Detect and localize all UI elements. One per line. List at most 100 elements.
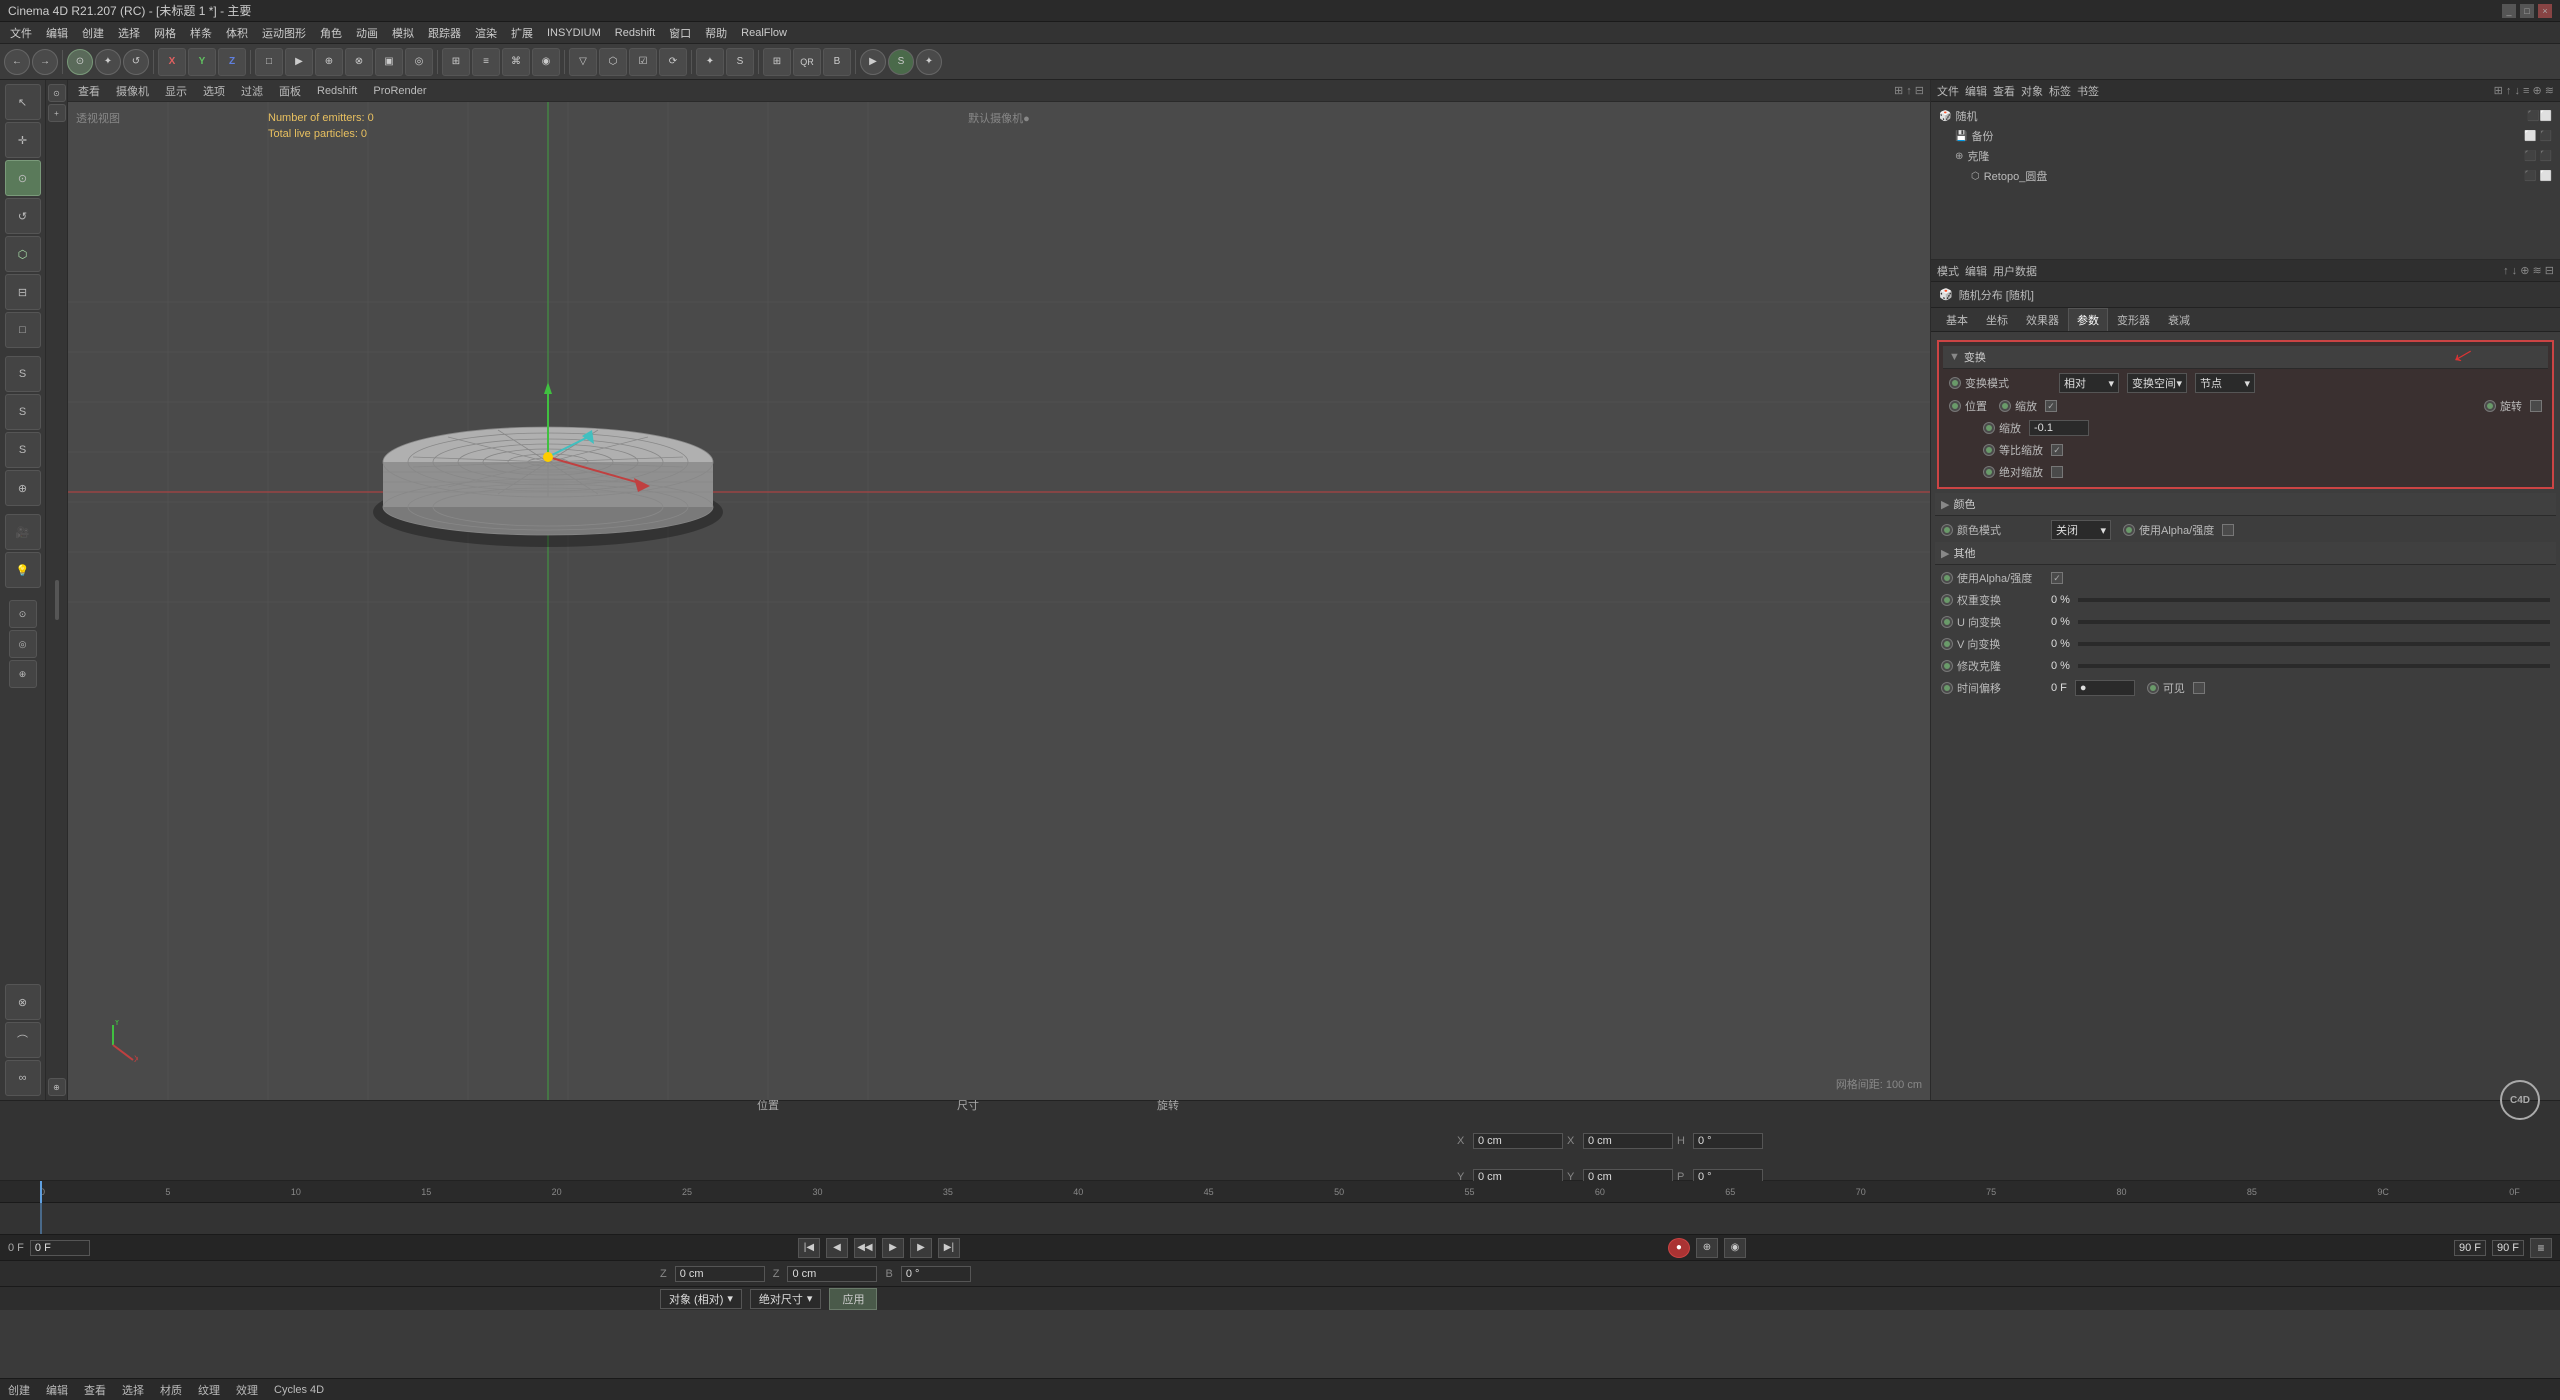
toolbar-mode3[interactable]: ↺ xyxy=(123,49,149,75)
menu-volume[interactable]: 体积 xyxy=(220,23,254,43)
toolbar-obj4[interactable]: ⊗ xyxy=(345,48,373,76)
menu-render[interactable]: 渲染 xyxy=(469,23,503,43)
sidebar-light[interactable]: 💡 xyxy=(5,552,41,588)
pos-x-field[interactable] xyxy=(1473,1133,1563,1149)
sidebar-sculpt[interactable]: S xyxy=(5,394,41,430)
toolbar-mode1[interactable]: ⊙ xyxy=(67,49,93,75)
sidebar-polys[interactable]: □ xyxy=(5,312,41,348)
play-reverse-button[interactable]: ◀◀ xyxy=(854,1238,876,1258)
transform-mode-dropdown[interactable]: 相对 ▾ xyxy=(2059,373,2119,393)
vp-redshift[interactable]: Redshift xyxy=(313,84,361,98)
timeline-menu-button[interactable]: ≡ xyxy=(2530,1238,2552,1258)
status-view[interactable]: 查看 xyxy=(84,1382,106,1398)
tab-deform[interactable]: 变形器 xyxy=(2108,308,2159,331)
toolbar-render3[interactable]: ⌘ xyxy=(502,48,530,76)
menu-edit[interactable]: 编辑 xyxy=(40,23,74,43)
menu-character[interactable]: 角色 xyxy=(314,23,348,43)
sidebar-sub1[interactable]: ⊙ xyxy=(9,600,37,628)
goto-end-button[interactable]: ▶| xyxy=(938,1238,960,1258)
size-z-field[interactable] xyxy=(787,1266,877,1282)
start-frame-field[interactable]: 0 F xyxy=(30,1240,90,1256)
tab-coord[interactable]: 坐标 xyxy=(1977,308,2017,331)
fps-field[interactable]: 90 F xyxy=(2492,1240,2524,1256)
u-radio[interactable] xyxy=(1941,616,1953,628)
toolbar-obj3[interactable]: ⊕ xyxy=(315,48,343,76)
key-sel-button[interactable]: ◉ xyxy=(1724,1238,1746,1258)
modify-radio[interactable] xyxy=(1941,660,1953,672)
size-x-field[interactable] xyxy=(1583,1133,1673,1149)
toolbar-extra2[interactable]: S xyxy=(888,49,914,75)
menu-extend[interactable]: 扩展 xyxy=(505,23,539,43)
menu-help[interactable]: 帮助 xyxy=(699,23,733,43)
key-add-button[interactable]: ⊕ xyxy=(1696,1238,1718,1258)
rot-h-field[interactable] xyxy=(1693,1133,1763,1149)
toolbar-snap2[interactable]: S xyxy=(726,48,754,76)
v-radio[interactable] xyxy=(1941,638,1953,650)
sec-btn3[interactable]: ⊕ xyxy=(48,1078,66,1096)
sidebar-rotate[interactable]: ↺ xyxy=(5,198,41,234)
menu-create[interactable]: 创建 xyxy=(76,23,110,43)
next-frame-button[interactable]: ▶ xyxy=(910,1238,932,1258)
sm-object[interactable]: 对象 xyxy=(2021,83,2043,99)
sidebar-material[interactable]: S xyxy=(5,356,41,392)
object-space-dropdown[interactable]: 对象 (相对) ▾ xyxy=(660,1289,742,1309)
tree-item-backup[interactable]: 💾 备份 ⬜ ⬛ xyxy=(1935,126,2556,146)
toolbar-scene2[interactable]: ⬡ xyxy=(599,48,627,76)
toolbar-undo[interactable]: ← xyxy=(4,49,30,75)
vp-prorender[interactable]: ProRender xyxy=(369,84,430,98)
prop-mode[interactable]: 模式 xyxy=(1937,263,1959,279)
alpha-radio[interactable] xyxy=(2123,524,2135,536)
sidebar-tool1[interactable]: S xyxy=(5,432,41,468)
toolbar-render1[interactable]: ⊞ xyxy=(442,48,470,76)
status-edit[interactable]: 编辑 xyxy=(46,1382,68,1398)
timeline-track[interactable] xyxy=(0,1203,2560,1234)
status-create[interactable]: 创建 xyxy=(8,1382,30,1398)
sidebar-tool2[interactable]: ⊕ xyxy=(5,470,41,506)
v-bar[interactable] xyxy=(2078,642,2550,646)
toolbar-snap1[interactable]: ✦ xyxy=(696,48,724,76)
status-cycles[interactable]: Cycles 4D xyxy=(274,1384,324,1396)
visible-checkbox[interactable] xyxy=(2193,682,2205,694)
toolbar-scene4[interactable]: ⟳ xyxy=(659,48,687,76)
sm-view[interactable]: 查看 xyxy=(1993,83,2015,99)
toolbar-z-axis[interactable]: Z xyxy=(218,48,246,76)
use-alpha-checkbox[interactable]: ✓ xyxy=(2051,572,2063,584)
tree-item-random[interactable]: 🎲 随机 ⬛⬜ xyxy=(1935,106,2556,126)
transform-space-dropdown[interactable]: 变换空间 ▾ xyxy=(2127,373,2187,393)
menu-select[interactable]: 选择 xyxy=(112,23,146,43)
minimize-button[interactable]: _ xyxy=(2502,4,2516,18)
vp-filter[interactable]: 过滤 xyxy=(237,82,267,100)
time-dropdown[interactable]: ● xyxy=(2075,680,2135,696)
menu-mograph[interactable]: 运动图形 xyxy=(256,23,312,43)
menu-redshift[interactable]: Redshift xyxy=(609,25,661,41)
absolute-checkbox[interactable] xyxy=(2051,466,2063,478)
transform-node-dropdown[interactable]: 节点 ▾ xyxy=(2195,373,2255,393)
tree-item-retopo[interactable]: ⬡ Retopo_圆盘 ⬛ ⬜ xyxy=(1935,166,2556,186)
status-uvw[interactable]: 效理 xyxy=(236,1382,258,1398)
toolbar-obj1[interactable]: □ xyxy=(255,48,283,76)
status-material[interactable]: 材质 xyxy=(160,1382,182,1398)
tab-effect[interactable]: 效果器 xyxy=(2017,308,2068,331)
toolbar-obj6[interactable]: ◎ xyxy=(405,48,433,76)
abs-size-dropdown[interactable]: 绝对尺寸 ▾ xyxy=(750,1289,822,1309)
sec-btn2[interactable]: + xyxy=(48,104,66,122)
scene-tree[interactable]: 🎲 随机 ⬛⬜ 💾 备份 ⬜ ⬛ ⊕ 克隆 ⬛ ⬛ xyxy=(1931,102,2560,259)
weight-radio[interactable] xyxy=(1941,594,1953,606)
toolbar-y-axis[interactable]: Y xyxy=(188,48,216,76)
color-mode-dropdown[interactable]: 关闭 ▾ xyxy=(2051,520,2111,540)
tree-item-clone[interactable]: ⊕ 克隆 ⬛ ⬛ xyxy=(1935,146,2556,166)
sidebar-sub2[interactable]: ◎ xyxy=(9,630,37,658)
prop-userdata[interactable]: 用户数据 xyxy=(1993,263,2037,279)
viewport-area[interactable]: 查看 摄像机 显示 选项 过滤 面板 Redshift ProRender ⊞ … xyxy=(68,80,1930,1100)
scale-checkbox[interactable]: ✓ xyxy=(2045,400,2057,412)
prop-edit[interactable]: 编辑 xyxy=(1965,263,1987,279)
toolbar-render2[interactable]: ≡ xyxy=(472,48,500,76)
close-button[interactable]: × xyxy=(2538,4,2552,18)
vp-panel[interactable]: 面板 xyxy=(275,82,305,100)
prev-frame-button[interactable]: ◀ xyxy=(826,1238,848,1258)
toolbar-scene3[interactable]: ☑ xyxy=(629,48,657,76)
menu-tracker[interactable]: 跟踪器 xyxy=(422,23,467,43)
toolbar-render4[interactable]: ◉ xyxy=(532,48,560,76)
toolbar-mode2[interactable]: ✦ xyxy=(95,49,121,75)
menu-animate[interactable]: 动画 xyxy=(350,23,384,43)
